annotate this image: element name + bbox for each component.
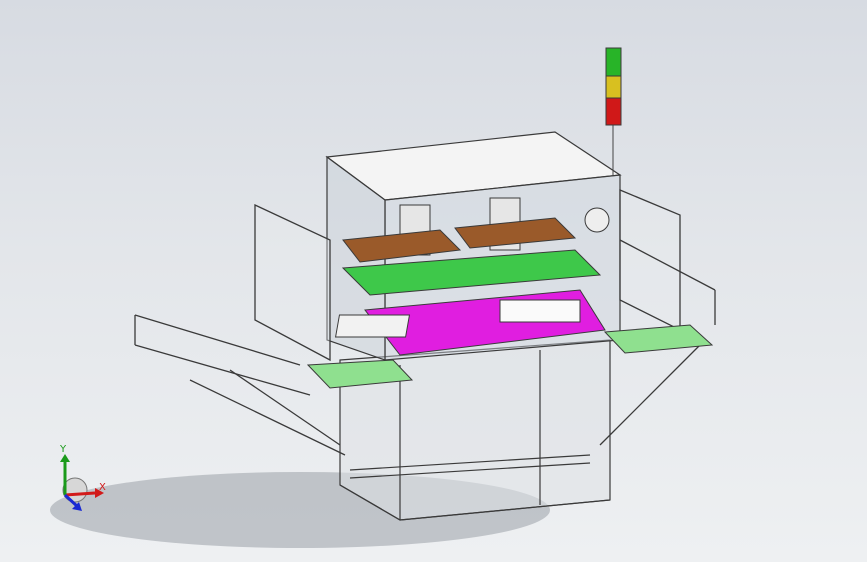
- triad-x-axis: [64, 491, 96, 497]
- triad-y-label: Y: [60, 444, 67, 455]
- triad-x-label: X: [99, 482, 106, 493]
- cad-viewport[interactable]: X Y: [0, 0, 867, 562]
- machine-model-render[interactable]: [0, 0, 867, 562]
- left-side-frame[interactable]: [134, 203, 346, 456]
- signal-tower[interactable]: [605, 47, 622, 175]
